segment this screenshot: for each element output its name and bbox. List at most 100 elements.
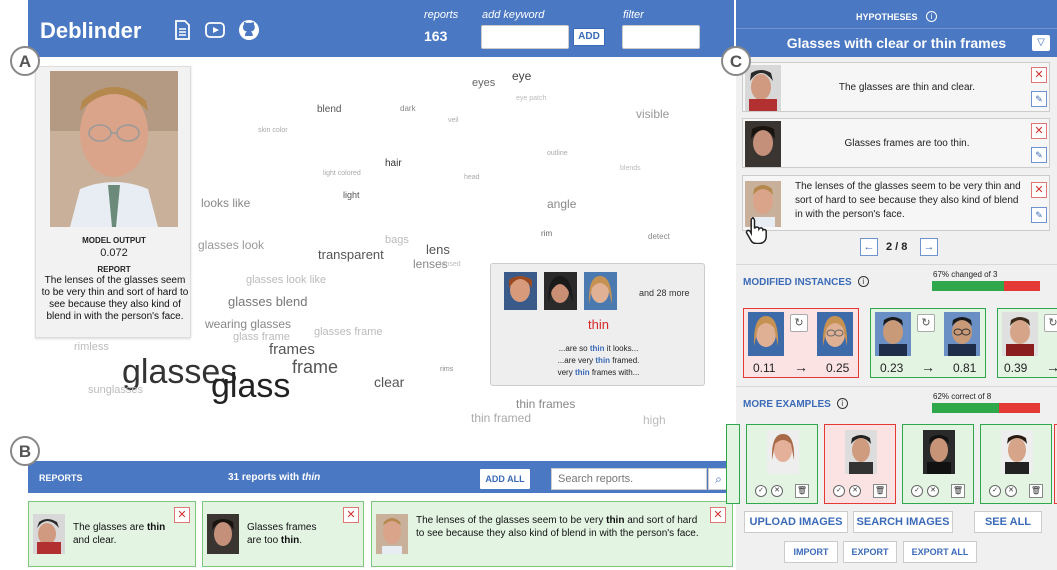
check-icon[interactable]: ✓ bbox=[755, 485, 767, 497]
cloud-word[interactable]: clear bbox=[374, 374, 404, 390]
cloud-word[interactable]: frame bbox=[292, 357, 338, 378]
import-button[interactable]: IMPORT bbox=[784, 541, 838, 563]
reject-icon[interactable]: ✕ bbox=[771, 485, 783, 497]
cloud-word[interactable]: eye bbox=[512, 69, 531, 83]
reject-icon[interactable]: ✕ bbox=[1005, 485, 1017, 497]
cloud-word[interactable]: light colored bbox=[323, 170, 361, 177]
cloud-word[interactable]: transparent bbox=[318, 247, 384, 262]
github-icon[interactable] bbox=[238, 19, 260, 41]
cloud-word[interactable]: veil bbox=[448, 117, 459, 124]
reject-icon[interactable]: ✕ bbox=[849, 485, 861, 497]
edit-icon[interactable]: ✎ bbox=[1031, 91, 1047, 107]
cloud-word[interactable]: rims bbox=[440, 366, 453, 373]
example-card[interactable] bbox=[726, 424, 740, 504]
cloud-word[interactable]: detect bbox=[648, 232, 670, 241]
document-icon[interactable] bbox=[171, 19, 193, 41]
info-icon[interactable]: i bbox=[926, 11, 938, 22]
close-icon[interactable]: ✕ bbox=[1031, 67, 1047, 83]
filter-input[interactable] bbox=[622, 25, 700, 49]
cloud-word[interactable]: bags bbox=[385, 234, 409, 246]
cloud-word[interactable]: looks like bbox=[201, 196, 250, 210]
cloud-word[interactable]: rim bbox=[541, 229, 552, 238]
popup-thumbnail[interactable] bbox=[504, 272, 537, 310]
video-icon[interactable] bbox=[204, 19, 226, 41]
refresh-icon[interactable]: ↻ bbox=[790, 314, 808, 332]
hypothesis-item[interactable]: Glasses frames are too thin. ✕ ✎ bbox=[742, 118, 1050, 168]
close-icon[interactable]: ✕ bbox=[174, 507, 190, 523]
hypothesis-item[interactable]: The glasses are thin and clear. ✕ ✎ bbox=[742, 62, 1050, 112]
info-icon[interactable]: i bbox=[836, 398, 848, 409]
search-images-button[interactable]: SEARCH IMAGES bbox=[853, 511, 953, 533]
reject-icon[interactable]: ✕ bbox=[927, 485, 939, 497]
export-button[interactable]: EXPORT bbox=[843, 541, 897, 563]
refresh-icon[interactable]: ↻ bbox=[1044, 314, 1057, 332]
cloud-word[interactable]: rimless bbox=[74, 341, 109, 353]
cloud-word[interactable]: high bbox=[643, 413, 666, 427]
search-reports-input[interactable]: Search reports. bbox=[551, 468, 707, 490]
cloud-word[interactable]: glasses frame bbox=[314, 326, 382, 338]
add-keyword-button[interactable]: ADD bbox=[573, 28, 605, 46]
cloud-word[interactable]: hair bbox=[385, 158, 402, 169]
cloud-word[interactable]: dark bbox=[400, 104, 416, 113]
cloud-word[interactable]: glasses blend bbox=[228, 294, 308, 309]
modified-instance-card[interactable]: ↻ 0.23 → 0.81 bbox=[870, 308, 986, 378]
hypothesis-text: Glasses frames are too thin. bbox=[844, 138, 970, 149]
close-icon[interactable]: ✕ bbox=[343, 507, 359, 523]
example-card[interactable]: ✓ ✕ 🗑 bbox=[902, 424, 974, 504]
cloud-word[interactable]: eye patch bbox=[516, 95, 546, 102]
cloud-word[interactable]: glasses look like bbox=[246, 274, 326, 286]
export-all-button[interactable]: EXPORT ALL bbox=[903, 541, 977, 563]
cloud-word[interactable]: angle bbox=[547, 197, 576, 211]
cloud-word[interactable]: head bbox=[464, 174, 480, 181]
check-icon[interactable]: ✓ bbox=[911, 485, 923, 497]
keyword-input[interactable] bbox=[481, 25, 569, 49]
check-icon[interactable]: ✓ bbox=[989, 485, 1001, 497]
modified-instance-card[interactable]: ↻ 0.11 → 0.25 bbox=[743, 308, 859, 378]
cloud-word[interactable]: frames bbox=[269, 341, 315, 358]
cloud-word[interactable]: lens bbox=[426, 242, 450, 257]
see-all-button[interactable]: SEE ALL bbox=[974, 511, 1042, 533]
trash-icon[interactable]: 🗑 bbox=[951, 484, 965, 498]
info-icon[interactable]: i bbox=[857, 276, 869, 287]
close-icon[interactable]: ✕ bbox=[1031, 182, 1047, 198]
close-icon[interactable]: ✕ bbox=[710, 507, 726, 523]
modified-instance-card[interactable]: ↻ 0.39 → bbox=[997, 308, 1057, 378]
cloud-word[interactable]: light bbox=[343, 190, 360, 200]
cloud-word[interactable]: skin color bbox=[258, 127, 288, 134]
upload-images-button[interactable]: UPLOAD IMAGES bbox=[744, 511, 848, 533]
add-all-button[interactable]: ADD ALL bbox=[480, 469, 530, 489]
trash-icon[interactable]: 🗑 bbox=[873, 484, 887, 498]
popup-thumbnail[interactable] bbox=[544, 272, 577, 310]
prev-page-button[interactable]: ← bbox=[860, 238, 878, 256]
report-card[interactable]: Glasses frames are too thin. ✕ bbox=[202, 501, 364, 567]
trash-icon[interactable]: 🗑 bbox=[1029, 484, 1043, 498]
cloud-word[interactable]: blend bbox=[317, 104, 341, 115]
cloud-word[interactable]: thin frames bbox=[516, 397, 575, 411]
cloud-word[interactable]: glasses look bbox=[198, 238, 264, 252]
popup-thumbnail[interactable] bbox=[584, 272, 617, 310]
report-card[interactable]: The glasses are thin and clear. ✕ bbox=[28, 501, 196, 567]
edit-icon[interactable]: ✎ bbox=[1031, 207, 1047, 223]
chevron-down-icon[interactable]: ▽ bbox=[1032, 35, 1050, 51]
cloud-word[interactable]: glass bbox=[211, 367, 290, 406]
check-icon[interactable]: ✓ bbox=[833, 485, 845, 497]
cloud-word[interactable]: outline bbox=[547, 150, 568, 157]
report-card[interactable]: The lenses of the glasses seem to be ver… bbox=[371, 501, 733, 567]
example-card[interactable]: ✓ ✕ 🗑 bbox=[824, 424, 896, 504]
cloud-word[interactable]: visible bbox=[636, 107, 669, 121]
refresh-icon[interactable]: ↻ bbox=[917, 314, 935, 332]
cloud-word[interactable]: wearing glasses bbox=[205, 317, 291, 331]
cloud-word[interactable]: blends bbox=[620, 165, 641, 172]
example-card[interactable]: ✓ ✕ 🗑 bbox=[980, 424, 1052, 504]
cloud-word[interactable]: eyes bbox=[472, 77, 495, 89]
popup-snippet: ...are so thin it looks... bbox=[558, 344, 639, 353]
edit-icon[interactable]: ✎ bbox=[1031, 147, 1047, 163]
hypothesis-item[interactable]: The lenses of the glasses seem to be ver… bbox=[742, 175, 1050, 231]
cloud-word[interactable]: thin framed bbox=[471, 411, 531, 425]
cloud-word[interactable]: sunglasses bbox=[88, 384, 143, 396]
cloud-word[interactable]: lensed bbox=[440, 261, 461, 268]
next-page-button[interactable]: → bbox=[920, 238, 938, 256]
trash-icon[interactable]: 🗑 bbox=[795, 484, 809, 498]
example-card[interactable]: ✓ ✕ 🗑 bbox=[746, 424, 818, 504]
close-icon[interactable]: ✕ bbox=[1031, 123, 1047, 139]
